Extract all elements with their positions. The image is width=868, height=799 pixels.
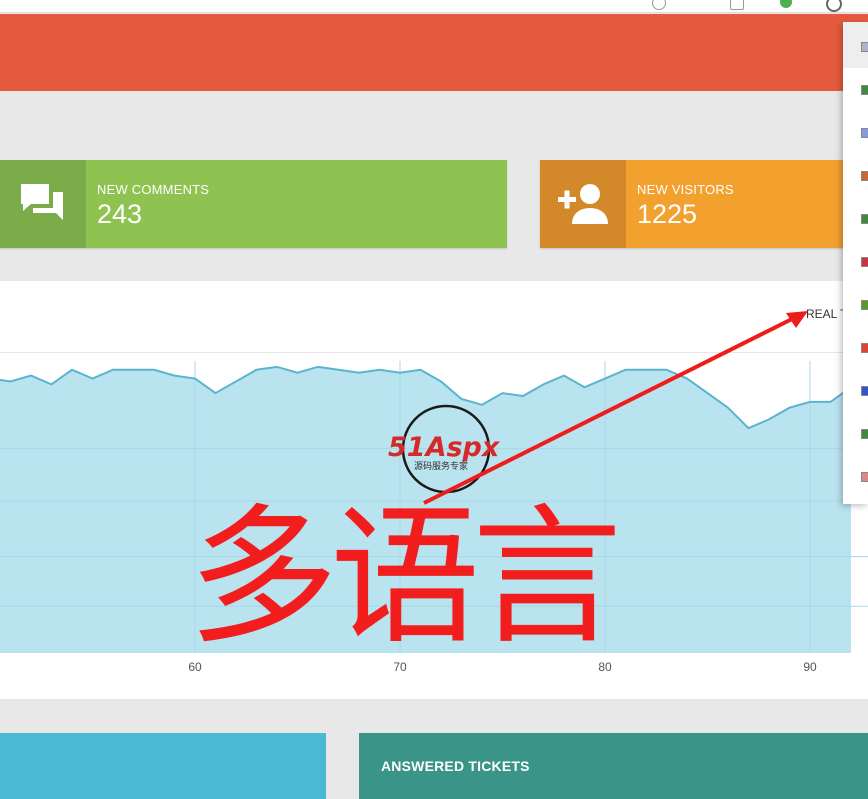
stat-label: NEW VISITORS [637,182,734,197]
add-user-icon-box [540,160,626,248]
add-user-icon [558,184,608,224]
x-tick-label: 80 [598,660,612,671]
realtime-label: REAL T [806,307,848,321]
header-banner [0,14,868,91]
search-icon[interactable] [652,0,666,10]
watermark-subtitle: 源码服务专家 [414,460,468,472]
stat-value: 243 [97,199,143,229]
watermark-brand: 51Aspx [388,432,501,463]
panel-divider [0,352,868,353]
browser-toolbar [0,0,868,13]
language-flag-icon[interactable] [861,85,868,95]
language-flag-icon[interactable] [861,257,868,267]
language-flag-icon[interactable] [861,300,868,310]
tickets-card-blue[interactable] [0,733,326,799]
language-flag-icon[interactable] [861,429,868,439]
card-title: ANSWERED TICKETS [381,758,530,774]
language-flag-icon[interactable] [861,343,868,353]
language-dropdown [843,22,868,504]
settings-gear-icon[interactable] [826,0,842,12]
stat-value: 1225 [637,199,698,229]
stat-label: NEW COMMENTS [97,182,210,197]
stat-body: NEW VISITORS 1225 [626,160,868,248]
language-flag-icon[interactable] [861,472,868,482]
x-tick-label: 70 [393,660,407,671]
language-flag-icon[interactable] [861,42,868,52]
language-flag-icon[interactable] [861,171,868,181]
x-tick-label: 60 [188,660,202,671]
stat-body: NEW COMMENTS 243 [86,160,507,248]
language-flag-icon[interactable] [861,128,868,138]
comments-icon-box [0,160,86,248]
language-flag-icon[interactable] [861,214,868,224]
overlay-multilanguage-text: 多语言 [188,498,618,654]
new-visitors-card[interactable]: NEW VISITORS 1225 [540,160,868,248]
answered-tickets-card[interactable]: ANSWERED TICKETS [359,733,868,799]
extension-icon[interactable] [780,0,792,8]
watermark-logo: 51Aspx 源码服务专家 [386,404,514,496]
x-tick-label: 90 [803,660,817,671]
new-comments-card[interactable]: NEW COMMENTS 243 [0,160,507,248]
bookmark-star-icon[interactable] [730,0,744,10]
comments-icon [21,184,63,220]
language-flag-icon[interactable] [861,386,868,396]
